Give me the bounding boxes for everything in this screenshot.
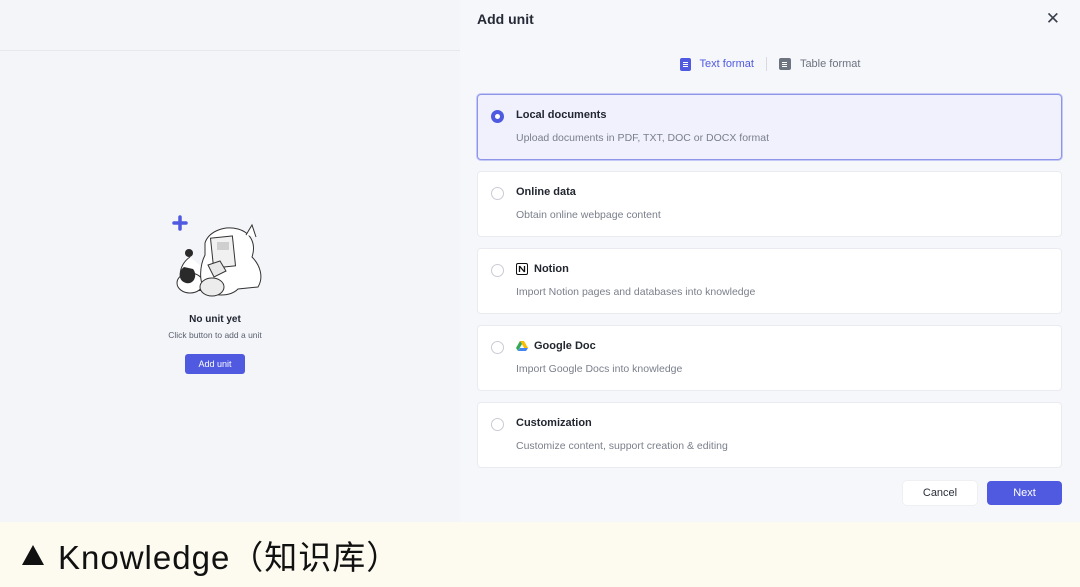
option-local-documents[interactable]: Local documents Upload documents in PDF,…: [477, 94, 1062, 160]
table-format-icon: [778, 58, 791, 70]
empty-state: No unit yet Click button to add a unit A…: [0, 205, 430, 374]
option-google-doc[interactable]: Google Doc Import Google Docs into knowl…: [477, 325, 1062, 391]
close-icon[interactable]: ✕: [1046, 9, 1060, 29]
caption-text: Knowledge（知识库）: [58, 538, 401, 576]
add-unit-button[interactable]: Add unit: [185, 354, 245, 374]
cancel-button[interactable]: Cancel: [903, 481, 977, 505]
empty-title: No unit yet: [189, 314, 241, 325]
radio-button[interactable]: [491, 418, 504, 431]
empty-illustration: [172, 215, 262, 297]
modal-footer: Cancel Next: [903, 481, 1062, 505]
option-title: Notion: [516, 263, 569, 275]
tab-text-format[interactable]: Text format: [668, 55, 766, 73]
tab-label: Table format: [799, 58, 861, 70]
option-notion[interactable]: Notion Import Notion pages and databases…: [477, 248, 1062, 314]
option-title: Google Doc: [516, 340, 596, 352]
modal-title: Add unit: [477, 11, 534, 27]
divider: [0, 50, 460, 51]
caption: Knowledge（知识库）: [22, 522, 400, 587]
source-options: Local documents Upload documents in PDF,…: [477, 94, 1062, 479]
radio-button[interactable]: [491, 341, 504, 354]
triangle-icon: [22, 544, 44, 565]
radio-button[interactable]: [491, 264, 504, 277]
background-app-panel: No unit yet Click button to add a unit A…: [0, 0, 460, 522]
option-customization[interactable]: Customization Customize content, support…: [477, 402, 1062, 468]
tab-label: Text format: [699, 58, 754, 70]
option-description: Customize content, support creation & ed…: [516, 440, 728, 452]
empty-subtitle: Click button to add a unit: [168, 330, 262, 340]
radio-button[interactable]: [491, 110, 504, 123]
option-description: Import Google Docs into knowledge: [516, 363, 683, 375]
format-tabs: Text format Table format: [460, 55, 1080, 73]
text-format-icon: [679, 57, 691, 71]
notion-icon: [516, 263, 528, 275]
option-description: Upload documents in PDF, TXT, DOC or DOC…: [516, 132, 770, 144]
radio-button[interactable]: [491, 187, 504, 200]
next-button[interactable]: Next: [987, 481, 1062, 505]
option-description: Import Notion pages and databases into k…: [516, 286, 756, 298]
option-title: Online data: [516, 186, 576, 198]
option-title: Customization: [516, 417, 592, 429]
tab-table-format[interactable]: Table format: [767, 55, 873, 73]
option-description: Obtain online webpage content: [516, 209, 661, 221]
google-drive-icon: [516, 341, 528, 351]
option-title: Local documents: [516, 109, 607, 121]
add-unit-modal: Add unit ✕ Text format Table format Loca…: [460, 0, 1080, 522]
option-online-data[interactable]: Online data Obtain online webpage conten…: [477, 171, 1062, 237]
